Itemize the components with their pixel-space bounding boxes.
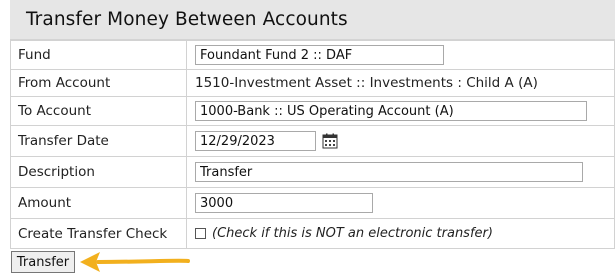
transfer-button[interactable]: Transfer <box>11 251 75 273</box>
fund-row: Fund <box>10 40 615 70</box>
fund-label: Fund <box>10 40 187 70</box>
transfer-date-row: Transfer Date <box>10 125 615 157</box>
create-check-label: Create Transfer Check <box>10 218 187 249</box>
amount-row: Amount <box>10 187 615 219</box>
from-account-value: 1510-Investment Asset :: Investments : C… <box>186 69 615 97</box>
description-row: Description <box>10 156 615 188</box>
amount-input[interactable] <box>195 193 373 213</box>
page-title: Transfer Money Between Accounts <box>26 9 348 30</box>
amount-label: Amount <box>10 187 187 219</box>
description-input[interactable] <box>195 162 583 182</box>
description-label: Description <box>10 156 187 188</box>
from-account-row: From Account 1510-Investment Asset :: In… <box>10 69 615 97</box>
calendar-icon[interactable] <box>322 133 338 149</box>
create-check-row: Create Transfer Check (Check if this is … <box>10 218 615 249</box>
to-account-row: To Account <box>10 96 615 126</box>
transfer-form-panel: Transfer Money Between Accounts Fund Fro… <box>10 0 615 249</box>
create-check-checkbox[interactable] <box>195 228 206 239</box>
pointer-arrow-icon <box>80 252 190 272</box>
from-account-label: From Account <box>10 69 187 97</box>
transfer-date-input[interactable] <box>195 131 316 151</box>
fund-input[interactable] <box>195 45 444 65</box>
create-check-note: (Check if this is NOT an electronic tran… <box>212 226 493 241</box>
to-account-label: To Account <box>10 96 187 126</box>
transfer-date-label: Transfer Date <box>10 125 187 157</box>
transfer-form-table: Fund From Account 1510-Investment Asset … <box>10 40 615 249</box>
form-header: Transfer Money Between Accounts <box>10 0 615 40</box>
to-account-input[interactable] <box>195 101 587 121</box>
